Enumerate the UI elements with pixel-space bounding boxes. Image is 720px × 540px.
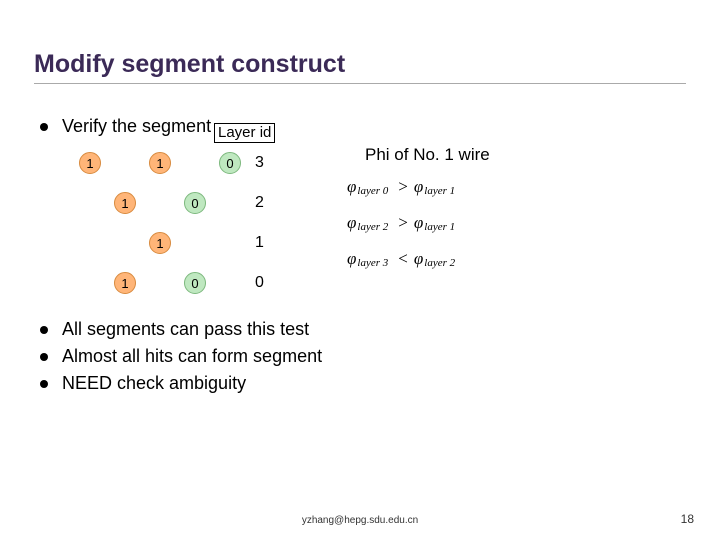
- phi-inequality: φ layer 0 > φ layer 1: [347, 175, 490, 199]
- bullet-dot-icon: [40, 123, 48, 131]
- bullet-conclusion: Almost all hits can form segment: [34, 346, 686, 367]
- phi-column: Phi of No. 1 wire φ layer 0 > φ layer 1 …: [347, 145, 490, 283]
- bullet-label: All segments can pass this test: [62, 319, 309, 340]
- phi-var: φ: [414, 177, 423, 197]
- cell-1: 1: [114, 272, 136, 294]
- bullet-label: NEED check ambiguity: [62, 373, 246, 394]
- bullet-conclusion: All segments can pass this test: [34, 319, 686, 340]
- diagram-row: Layer id 1 1 0 3 1 0 2 1 1 1: [34, 145, 686, 301]
- bullet-verify: Verify the segment: [34, 116, 686, 137]
- layer-id-header: Layer id: [214, 123, 275, 143]
- layer-id-value: 3: [255, 154, 264, 172]
- bullet-dot-icon: [40, 353, 48, 361]
- layer-id-value: 0: [255, 274, 264, 292]
- phi-sub: layer 2: [424, 257, 455, 269]
- bullet-dot-icon: [40, 326, 48, 334]
- phi-inequality: φ layer 2 > φ layer 1: [347, 211, 490, 235]
- bullet-dot-icon: [40, 380, 48, 388]
- cell-0: 0: [219, 152, 241, 174]
- bullet-label: Almost all hits can form segment: [62, 346, 322, 367]
- phi-sub: layer 1: [424, 221, 455, 233]
- cell-1: 1: [149, 232, 171, 254]
- cell-grid: 1 1 0 3 1 0 2 1 1 1 0 0: [74, 145, 277, 301]
- cell-0: 0: [184, 192, 206, 214]
- slide: Modify segment construct Verify the segm…: [0, 0, 720, 540]
- phi-var: φ: [347, 249, 356, 269]
- cell-1: 1: [114, 192, 136, 214]
- bullet-conclusion: NEED check ambiguity: [34, 373, 686, 394]
- cell-1: 1: [79, 152, 101, 174]
- phi-sub: layer 1: [424, 185, 455, 197]
- phi-op: <: [398, 249, 408, 269]
- phi-sub: layer 2: [357, 221, 388, 233]
- footer-email: yzhang@hepg.sdu.edu.cn: [0, 515, 720, 526]
- phi-op: >: [398, 213, 408, 233]
- phi-var: φ: [414, 213, 423, 233]
- phi-inequality: φ layer 3 < φ layer 2: [347, 247, 490, 271]
- bullet-list-top: Verify the segment: [34, 116, 686, 137]
- layer-id-value: 2: [255, 194, 264, 212]
- phi-var: φ: [414, 249, 423, 269]
- phi-sub: layer 3: [357, 257, 388, 269]
- phi-var: φ: [347, 177, 356, 197]
- layer-id-value: 1: [255, 234, 264, 252]
- phi-op: >: [398, 177, 408, 197]
- phi-var: φ: [347, 213, 356, 233]
- page-title: Modify segment construct: [34, 50, 686, 84]
- cell-1: 1: [149, 152, 171, 174]
- bullet-list-bottom: All segments can pass this test Almost a…: [34, 319, 686, 394]
- phi-title: Phi of No. 1 wire: [365, 145, 490, 165]
- page-number: 18: [681, 512, 694, 526]
- bullet-verify-label: Verify the segment: [62, 116, 211, 137]
- phi-sub: layer 0: [357, 185, 388, 197]
- cell-0: 0: [184, 272, 206, 294]
